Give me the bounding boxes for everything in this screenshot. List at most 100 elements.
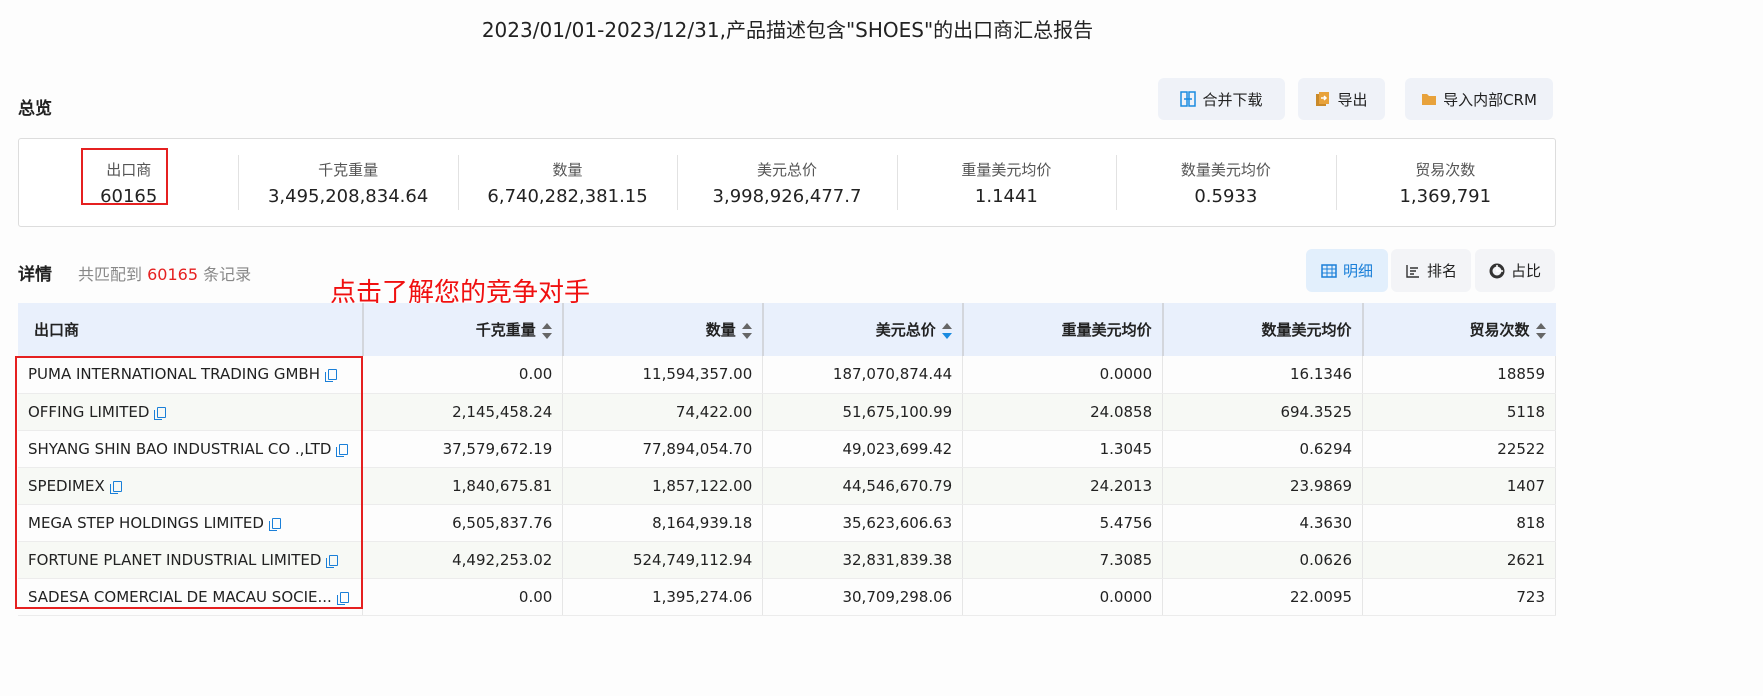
stat-label: 贸易次数 xyxy=(1415,160,1476,179)
cell-value: 11,594,357.00 xyxy=(642,365,753,384)
table-cell: 77,894,054.70 xyxy=(562,430,764,468)
export-label: 导出 xyxy=(1337,90,1368,109)
cell-value: 1407 xyxy=(1506,476,1545,495)
table-cell: 24.2013 xyxy=(962,467,1164,505)
tab-ranking[interactable]: 排名 xyxy=(1391,249,1471,292)
table-cell: 49,023,699.42 xyxy=(762,430,964,468)
stat-label: 重量美元均价 xyxy=(961,160,1052,179)
cell-value: 6,505,837.76 xyxy=(452,513,553,532)
stat-value: 3,495,208,834.64 xyxy=(267,185,429,207)
cell-value: 0.0626 xyxy=(1299,550,1353,569)
stat-value: 3,998,926,477.7 xyxy=(712,185,862,207)
cell-value: 1,395,274.06 xyxy=(652,587,753,606)
stat-quantity: 数量 6,740,282,381.15 xyxy=(457,139,677,226)
match-count-text: 共匹配到 60165 条记录 xyxy=(78,261,251,285)
cell-value: 37,579,672.19 xyxy=(442,439,553,458)
table-cell: 16.1346 xyxy=(1162,356,1364,394)
col-quantity[interactable]: 数量 xyxy=(562,303,764,356)
col-label: 重量美元均价 xyxy=(1061,321,1152,339)
cell-value: 44,546,670.79 xyxy=(842,476,953,495)
table-cell: 2,145,458.24 xyxy=(362,393,564,431)
stat-label: 美元总价 xyxy=(756,160,817,179)
cell-value: 24.0858 xyxy=(1090,402,1153,421)
table-cell: 818 xyxy=(1362,504,1556,542)
overview-summary: 出口商 60165 千克重量 3,495,208,834.64 数量 6,740,28… xyxy=(18,138,1556,227)
col-label: 美元总价 xyxy=(875,321,936,339)
sort-desc-icon[interactable] xyxy=(941,322,952,339)
stat-label: 千克重量 xyxy=(318,160,379,179)
cell-value: 5.4756 xyxy=(1099,513,1153,532)
match-suffix: 条记录 xyxy=(203,265,252,284)
stat-value: 1.1441 xyxy=(974,185,1038,207)
col-label: 出口商 xyxy=(34,321,80,339)
table-cell: 524,749,112.94 xyxy=(562,541,764,579)
stat-value: 0.5933 xyxy=(1194,185,1258,207)
table-cell: 8,164,939.18 xyxy=(562,504,764,542)
table-cell: 1,857,122.00 xyxy=(562,467,764,505)
table-cell: 0.00 xyxy=(362,578,564,616)
sort-icon[interactable] xyxy=(541,322,552,339)
cell-value: 1.3045 xyxy=(1099,439,1153,458)
table-cell: 694.3525 xyxy=(1162,393,1364,431)
stat-usd-per-kg: 重量美元均价 1.1441 xyxy=(896,139,1116,226)
cell-value: 0.0000 xyxy=(1099,365,1153,384)
match-prefix: 共匹配到 xyxy=(78,265,143,284)
tab-detail[interactable]: 明细 xyxy=(1306,249,1388,292)
cell-value: 187,070,874.44 xyxy=(832,365,953,384)
cell-value: 22522 xyxy=(1497,439,1545,458)
table-cell: 0.0000 xyxy=(962,356,1164,394)
cell-value: 23.9869 xyxy=(1290,476,1353,495)
cell-value: 0.0000 xyxy=(1099,587,1153,606)
merge-download-icon xyxy=(1180,91,1197,107)
table-cell: 44,546,670.79 xyxy=(762,467,964,505)
cell-value: 24.2013 xyxy=(1090,476,1153,495)
cell-value: 49,023,699.42 xyxy=(842,439,953,458)
cell-value: 5118 xyxy=(1506,402,1545,421)
col-total-usd[interactable]: 美元总价 xyxy=(762,303,964,356)
table-cell: 35,623,606.63 xyxy=(762,504,964,542)
import-crm-button[interactable]: 导入内部CRM xyxy=(1405,78,1553,120)
cell-value: 4.3630 xyxy=(1299,513,1353,532)
cell-value: 30,709,298.06 xyxy=(842,587,953,606)
table-cell: 51,675,100.99 xyxy=(762,393,964,431)
highlight-box xyxy=(15,356,363,609)
col-usd-per-unit: 数量美元均价 xyxy=(1162,303,1364,356)
cell-value: 51,675,100.99 xyxy=(842,402,953,421)
cell-value: 4,492,253.02 xyxy=(452,550,553,569)
cell-value: 22.0095 xyxy=(1290,587,1353,606)
merge-download-button[interactable]: 合并下载 xyxy=(1158,78,1285,120)
cell-value: 694.3525 xyxy=(1280,402,1353,421)
cell-value: 74,422.00 xyxy=(675,402,753,421)
table-cell: 7.3085 xyxy=(962,541,1164,579)
stat-value: 6,740,282,381.15 xyxy=(487,185,648,207)
table-cell: 187,070,874.44 xyxy=(762,356,964,394)
sort-icon[interactable] xyxy=(741,322,752,339)
col-weight[interactable]: 千克重量 xyxy=(362,303,564,356)
col-trade-count[interactable]: 贸易次数 xyxy=(1362,303,1556,356)
cell-value: 524,749,112.94 xyxy=(632,550,753,569)
col-label: 千克重量 xyxy=(475,321,536,339)
cell-value: 35,623,606.63 xyxy=(842,513,953,532)
table-cell: 0.0000 xyxy=(962,578,1164,616)
tab-share[interactable]: 占比 xyxy=(1475,249,1555,292)
table-cell: 0.00 xyxy=(362,356,564,394)
col-label: 数量 xyxy=(705,321,736,339)
export-button[interactable]: 导出 xyxy=(1298,78,1385,120)
cell-value: 1,840,675.81 xyxy=(452,476,553,495)
stat-label: 数量 xyxy=(552,160,583,179)
table-cell: 1407 xyxy=(1362,467,1556,505)
cell-value: 16.1346 xyxy=(1290,365,1353,384)
table-cell: 32,831,839.38 xyxy=(762,541,964,579)
table-cell: 1.3045 xyxy=(962,430,1164,468)
stat-total-usd: 美元总价 3,998,926,477.7 xyxy=(677,139,896,226)
cell-value: 77,894,054.70 xyxy=(642,439,753,458)
table-cell: 18859 xyxy=(1362,356,1556,394)
table-cell: 37,579,672.19 xyxy=(362,430,564,468)
sort-icon[interactable] xyxy=(1535,322,1546,339)
table-cell: 22.0095 xyxy=(1162,578,1364,616)
cell-value: 723 xyxy=(1516,587,1545,606)
table-cell: 22522 xyxy=(1362,430,1556,468)
export-icon xyxy=(1316,92,1330,106)
stat-label: 数量美元均价 xyxy=(1180,160,1271,179)
cell-value: 0.6294 xyxy=(1299,439,1353,458)
